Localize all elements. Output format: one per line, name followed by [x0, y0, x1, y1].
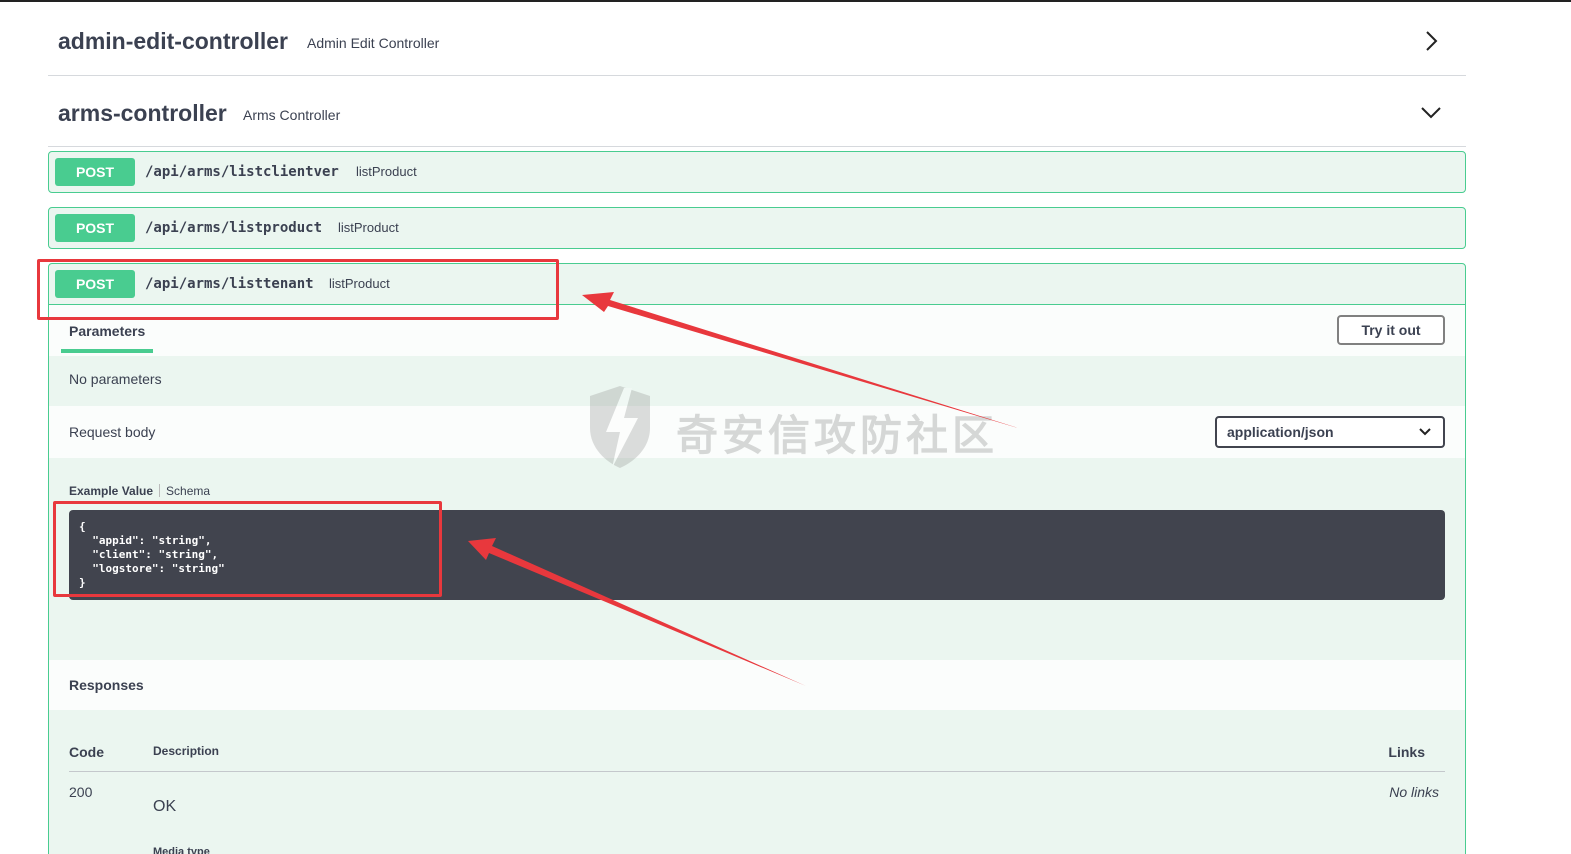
annotation-arrow-2: [468, 538, 806, 686]
annotation-arrows: [468, 292, 1018, 686]
annotation-arrow-1: [582, 292, 1018, 428]
